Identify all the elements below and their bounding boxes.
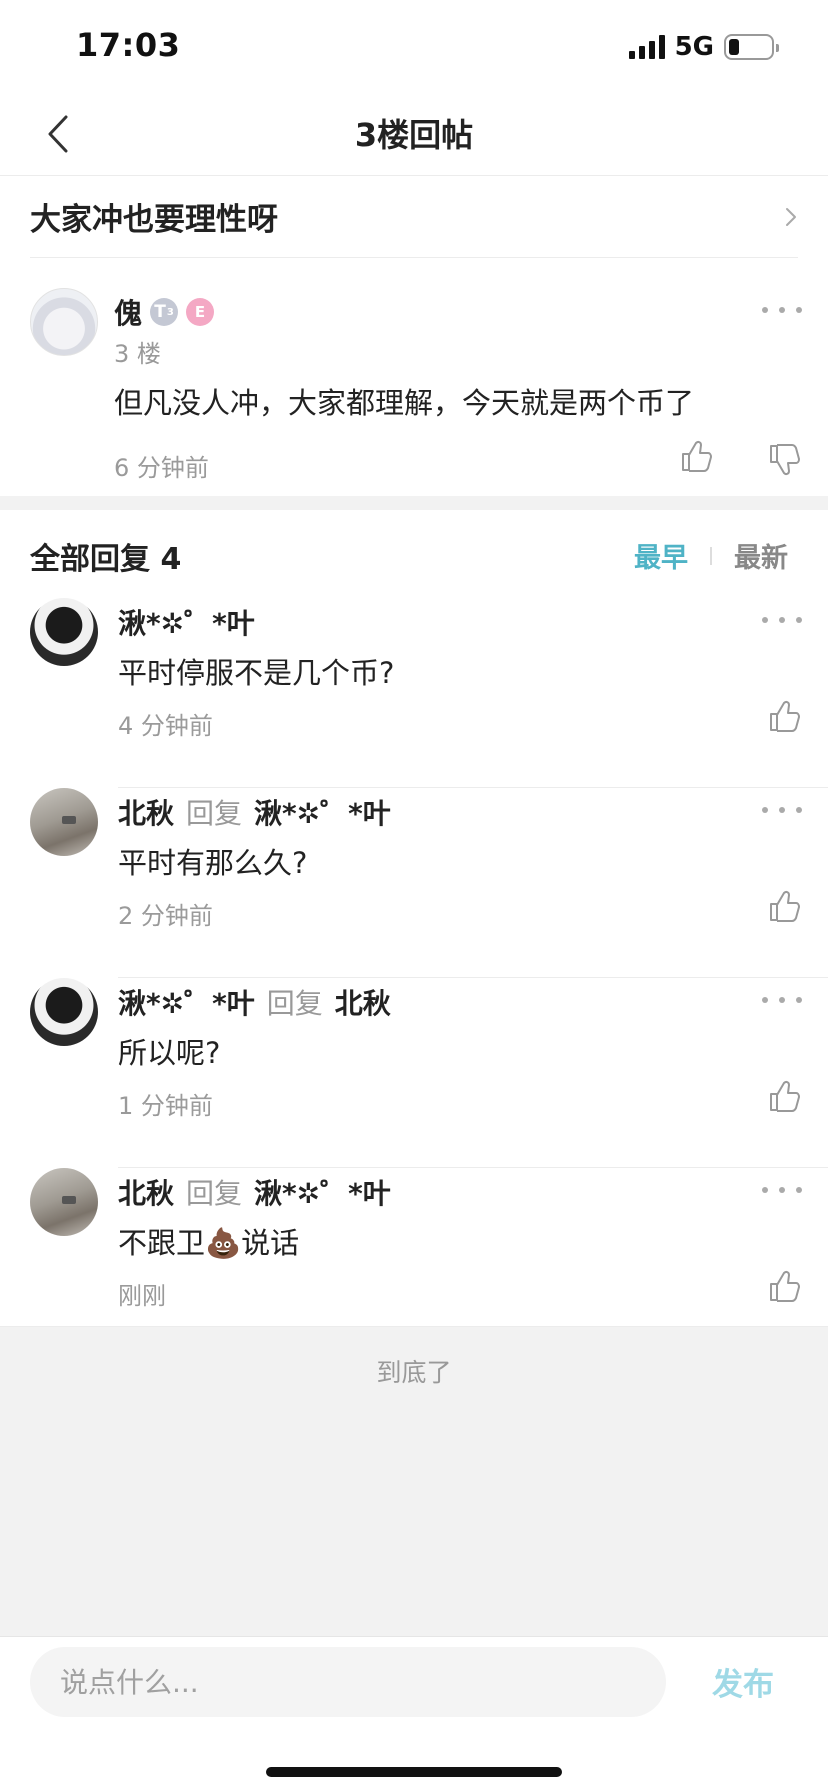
avatar[interactable]: [30, 288, 98, 356]
reply-target-username[interactable]: 北秋: [335, 982, 391, 1022]
avatar[interactable]: [30, 788, 98, 856]
reply-content: 平时有那么久?: [118, 846, 308, 880]
thread-title: 大家冲也要理性呀: [30, 202, 278, 238]
reply-user-line: 湫*✲゜*叶: [118, 602, 255, 642]
reply-item: 湫*✲゜*叶 平时停服不是几个币? 4 分钟前: [0, 598, 828, 788]
nav-bar: 3楼回帖: [0, 92, 828, 176]
reply-username[interactable]: 湫*✲゜*叶: [118, 602, 255, 642]
thumbs-up-icon[interactable]: [766, 1078, 802, 1114]
sort-toggle: 最早 最新: [634, 536, 788, 575]
post-username[interactable]: 傀: [114, 292, 142, 332]
reply-word: 回复: [266, 987, 323, 1020]
reply-time: 2 分钟前: [118, 902, 213, 930]
reply-content: 不跟卫💩说话: [118, 1226, 300, 1260]
sort-divider: [710, 546, 712, 565]
reply-item: 湫*✲゜*叶 回复 北秋 所以呢? 1 分钟前: [0, 978, 828, 1168]
status-bar: 17:03 5G: [0, 0, 828, 92]
member-badge-icon: E: [186, 298, 215, 326]
status-time: 17:03: [76, 26, 181, 64]
replies-header: 全部回复 4 最早 最新: [0, 510, 828, 598]
main-post: 傀 T3 E 3 楼 但凡没人冲，大家都理解，今天就是两个币了 6 分钟前: [0, 258, 828, 496]
avatar[interactable]: [30, 1168, 98, 1236]
page-title: 3楼回帖: [354, 116, 474, 154]
battery-icon: [724, 34, 779, 60]
battery-level: [729, 39, 739, 55]
thumbs-up-icon[interactable]: [766, 1268, 802, 1304]
more-options-button[interactable]: [762, 610, 802, 630]
signal-icon: [628, 35, 665, 59]
post-time: 6 分钟前: [114, 454, 209, 482]
chevron-right-icon: [786, 207, 796, 226]
reply-item: 北秋 回复 湫*✲゜*叶 不跟卫💩说话 刚刚: [0, 1168, 828, 1326]
more-options-button[interactable]: [762, 1180, 802, 1200]
home-indicator[interactable]: [266, 1767, 562, 1777]
floor-label: 3 楼: [114, 340, 161, 368]
reply-word: 回复: [186, 797, 243, 830]
list-end-area: 到底了: [0, 1326, 828, 1636]
more-options-button[interactable]: [762, 800, 802, 820]
reply-time: 刚刚: [118, 1282, 166, 1310]
sort-latest-button[interactable]: 最新: [734, 536, 788, 575]
comment-input[interactable]: [30, 1647, 666, 1717]
reply-item: 北秋 回复 湫*✲゜*叶 平时有那么久? 2 分钟前: [0, 788, 828, 978]
reply-target-username[interactable]: 湫*✲゜*叶: [254, 1172, 391, 1212]
replies-count-title: 全部回复 4: [30, 542, 182, 577]
reply-time: 1 分钟前: [118, 1092, 213, 1120]
post-user-line: 傀 T3 E: [114, 292, 215, 332]
thumbs-down-icon[interactable]: [766, 442, 802, 478]
reply-content: 平时停服不是几个币?: [118, 656, 395, 690]
reply-content: 所以呢?: [118, 1036, 221, 1070]
thumbs-up-icon[interactable]: [766, 698, 802, 734]
comment-bar: 发布: [0, 1636, 828, 1792]
more-options-button[interactable]: [762, 300, 802, 320]
avatar[interactable]: [30, 978, 98, 1046]
reply-username[interactable]: 北秋: [118, 1172, 174, 1212]
publish-button[interactable]: 发布: [712, 1659, 774, 1704]
sort-earliest-button[interactable]: 最早: [634, 536, 688, 575]
network-label: 5G: [674, 32, 714, 62]
status-indicators: 5G: [628, 32, 779, 62]
level-badge-icon: T3: [150, 298, 179, 326]
reply-user-line: 北秋 回复 湫*✲゜*叶: [118, 1172, 391, 1212]
avatar[interactable]: [30, 598, 98, 666]
thread-title-link[interactable]: 大家冲也要理性呀: [30, 176, 798, 258]
reply-user-line: 北秋 回复 湫*✲゜*叶: [118, 792, 391, 832]
reply-time: 4 分钟前: [118, 712, 213, 740]
thumbs-up-icon[interactable]: [766, 888, 802, 924]
reply-username[interactable]: 湫*✲゜*叶: [118, 982, 255, 1022]
reply-user-line: 湫*✲゜*叶 回复 北秋: [118, 982, 391, 1022]
section-divider: [0, 496, 828, 510]
more-options-button[interactable]: [762, 990, 802, 1010]
post-content: 但凡没人冲，大家都理解，今天就是两个币了: [114, 386, 695, 420]
reply-username[interactable]: 北秋: [118, 792, 174, 832]
thumbs-up-icon[interactable]: [678, 438, 714, 474]
reply-word: 回复: [186, 1177, 243, 1210]
reply-target-username[interactable]: 湫*✲゜*叶: [254, 792, 391, 832]
end-of-list-label: 到底了: [376, 1358, 452, 1387]
